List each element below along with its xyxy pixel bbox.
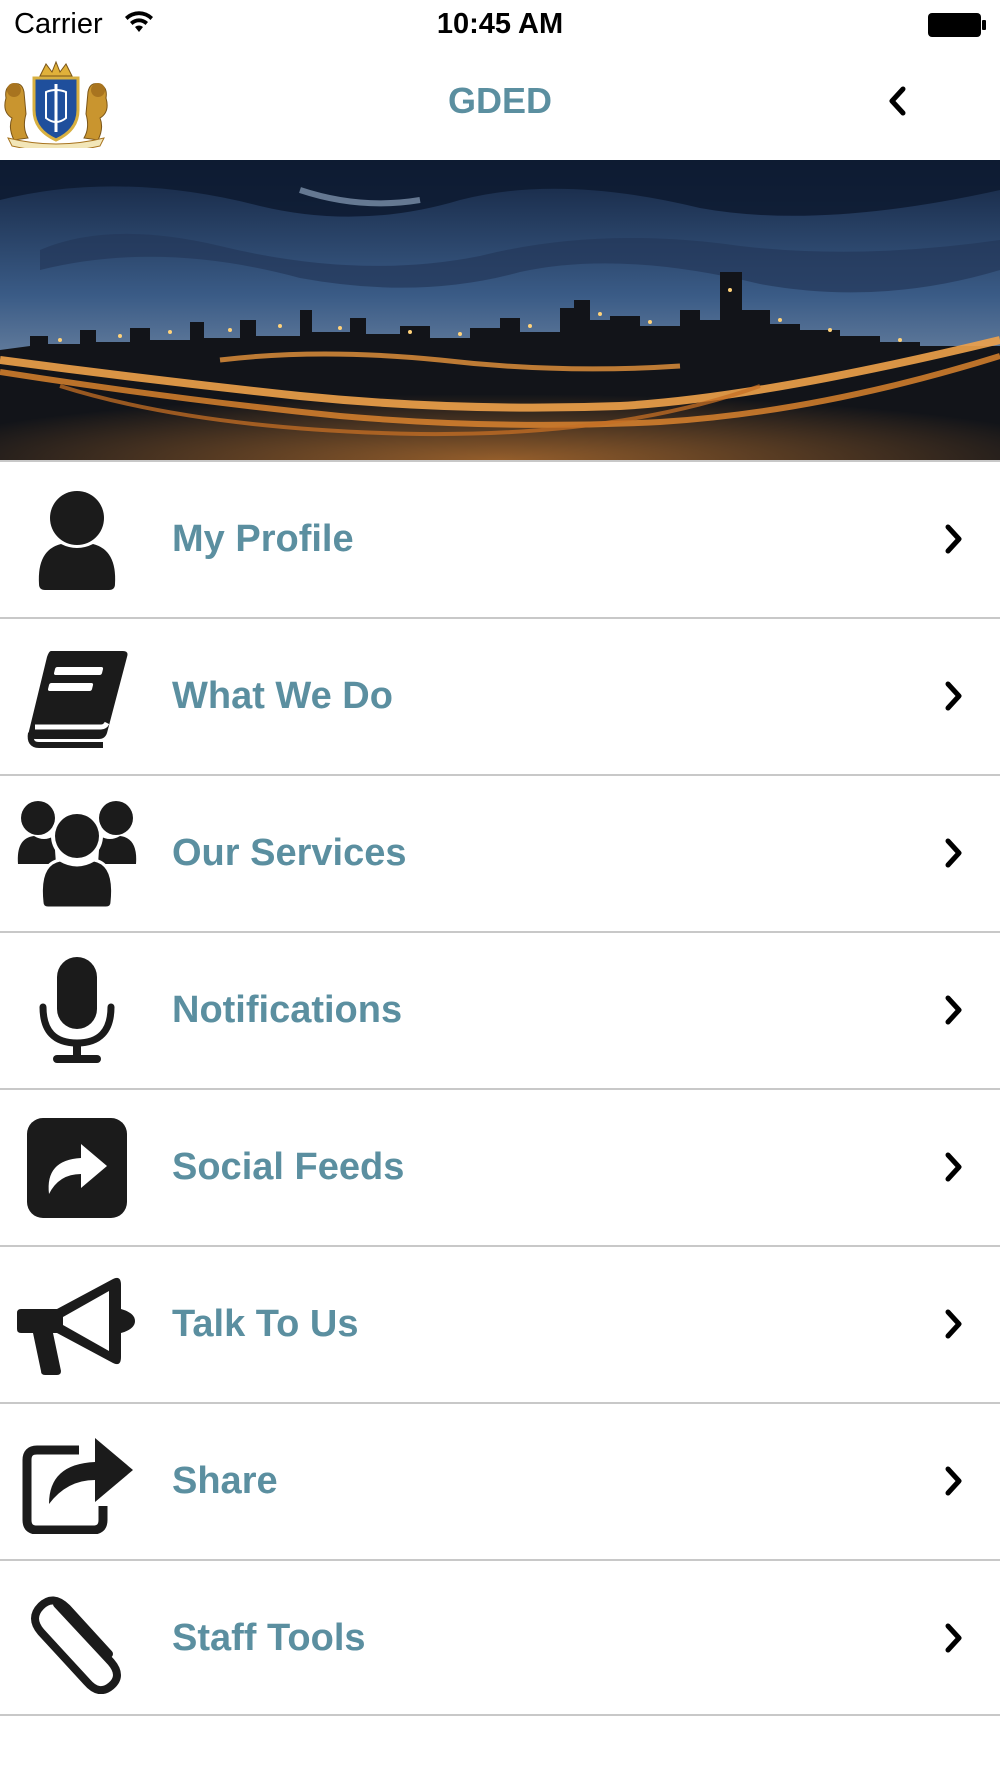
megaphone-icon: [16, 1269, 138, 1381]
share-arrow-icon: [16, 1426, 138, 1538]
menu-item-my-profile[interactable]: My Profile: [0, 460, 1000, 617]
menu-item-label: Notifications: [172, 989, 403, 1031]
menu-item-staff-tools[interactable]: Staff Tools: [0, 1559, 1000, 1716]
menu-item-label: Talk To Us: [172, 1303, 359, 1345]
menu-item-share[interactable]: Share: [0, 1402, 1000, 1559]
chevron-right-icon: [945, 1623, 962, 1653]
menu-item-label: Our Services: [172, 832, 407, 874]
chevron-right-icon: [945, 995, 962, 1025]
menu-item-label: Staff Tools: [172, 1617, 366, 1659]
chevron-right-icon: [945, 681, 962, 711]
microphone-icon: [16, 955, 138, 1067]
menu-item-social-feeds[interactable]: Social Feeds: [0, 1088, 1000, 1245]
chevron-left-icon: [889, 86, 906, 116]
menu-item-label: Share: [172, 1460, 278, 1502]
menu-item-label: My Profile: [172, 518, 354, 560]
chevron-right-icon: [945, 1152, 962, 1182]
chevron-right-icon: [945, 524, 962, 554]
chevron-right-icon: [945, 1309, 962, 1339]
menu-item-our-services[interactable]: Our Services: [0, 774, 1000, 931]
user-icon: [16, 484, 138, 596]
navigation-bar: GDED: [0, 52, 1000, 160]
menu-item-label: Social Feeds: [172, 1146, 405, 1188]
chevron-right-icon: [945, 838, 962, 868]
city-skyline-image: [0, 160, 1000, 460]
menu-item-notifications[interactable]: Notifications: [0, 931, 1000, 1088]
paperclip-icon: [16, 1583, 138, 1695]
users-icon: [16, 798, 138, 910]
status-time: 10:45 AM: [436, 8, 564, 40]
hero-image: [0, 160, 1000, 460]
chevron-right-icon: [945, 1466, 962, 1496]
menu-item-label: What We Do: [172, 675, 393, 717]
menu-item-what-we-do[interactable]: What We Do: [0, 617, 1000, 774]
page-title: GDED: [447, 80, 552, 121]
share-square-icon: [16, 1112, 138, 1224]
status-bar: Carrier 10:45 AM: [0, 0, 1000, 52]
main-menu: My Profile What We Do Our Services Notif…: [0, 460, 1000, 1716]
book-icon: [16, 641, 138, 753]
battery-icon: [928, 13, 986, 37]
back-button[interactable]: [878, 76, 918, 126]
menu-item-talk-to-us[interactable]: Talk To Us: [0, 1245, 1000, 1402]
